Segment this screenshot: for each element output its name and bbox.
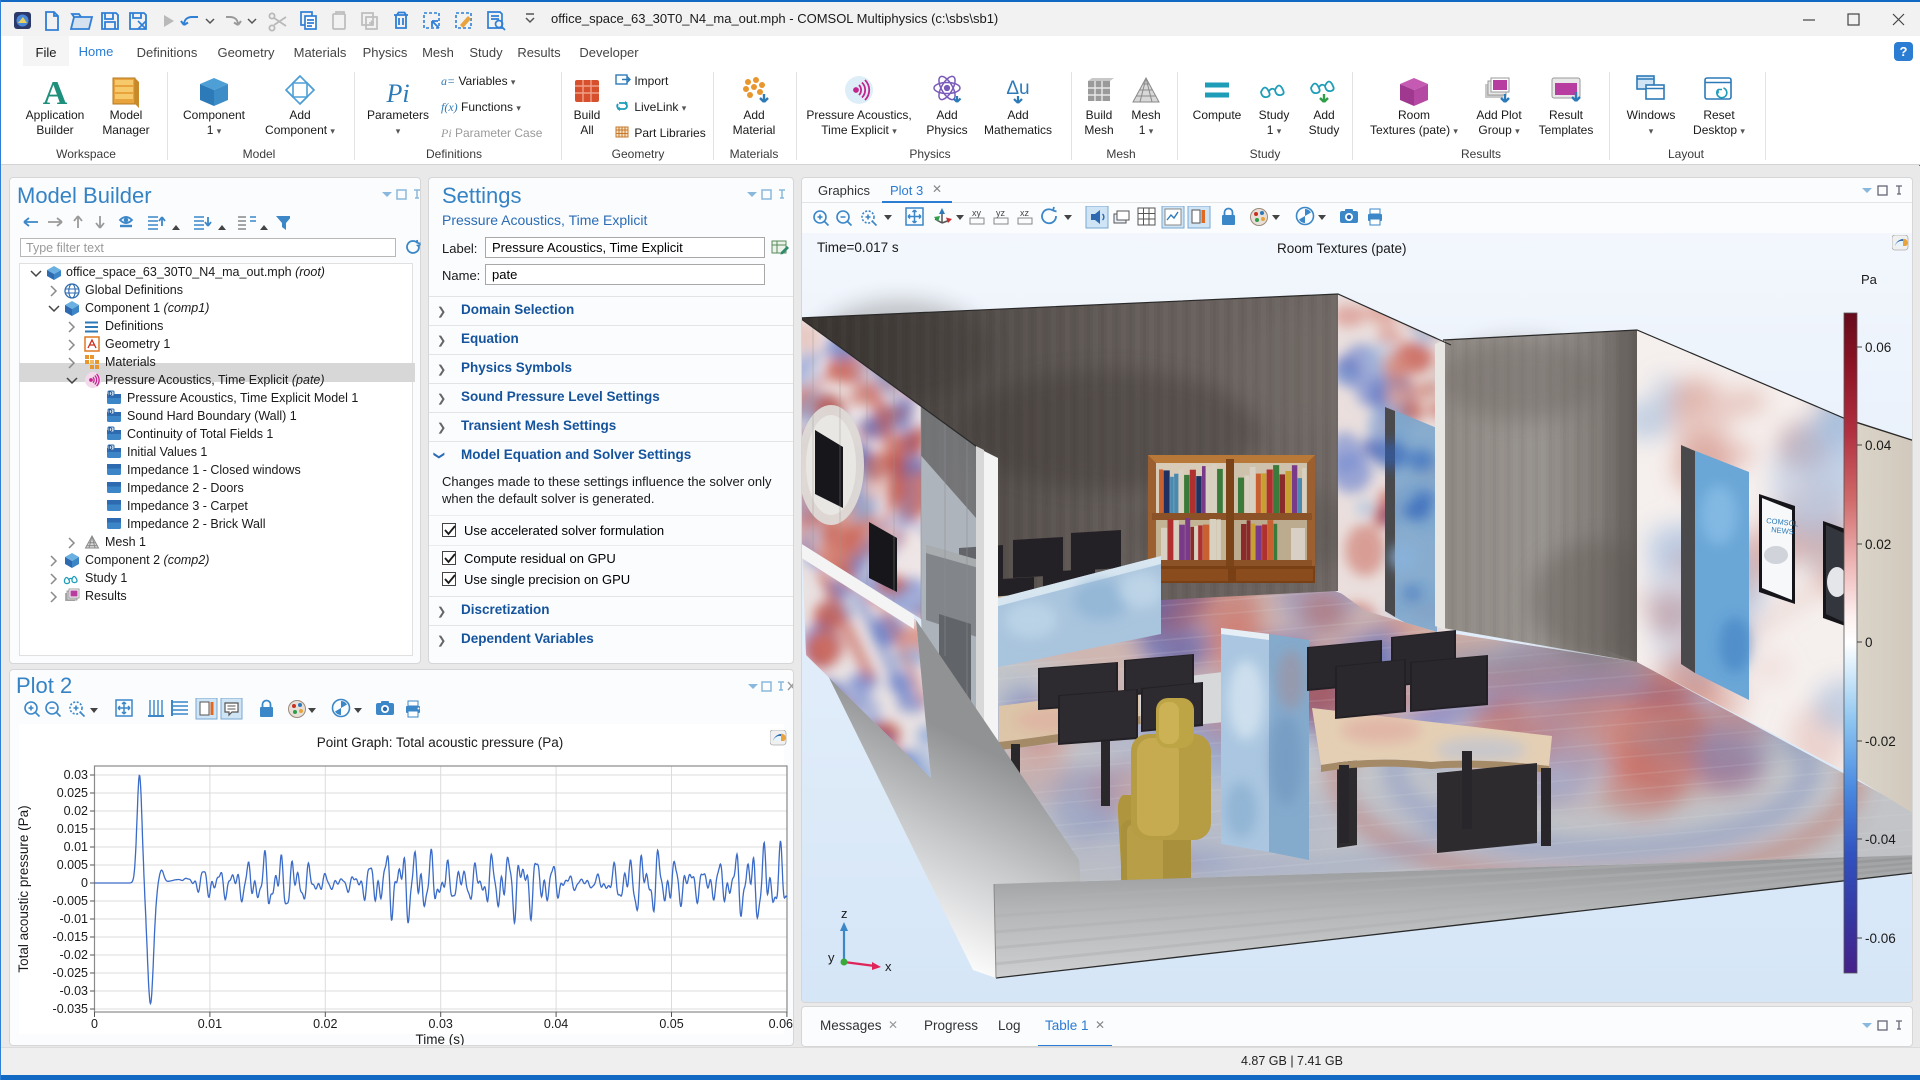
svg-text:0.005: 0.005 [57,858,88,872]
svg-text:0.02: 0.02 [64,804,88,818]
svg-text:Point Graph: Total acoustic pr: Point Graph: Total acoustic pressure (Pa… [317,735,564,750]
svg-text:0.05: 0.05 [659,1017,683,1031]
svg-text:Sound Hard Boundary (Wall) 1: Sound Hard Boundary (Wall) 1 [127,409,297,423]
svg-text:A: A [43,75,68,112]
svg-text:D: D [109,391,113,397]
svg-text:-0.02: -0.02 [60,948,89,962]
svg-text:x: x [885,959,892,974]
svg-text:Impedance 2 - Brick Wall: Impedance 2 - Brick Wall [127,517,265,531]
svg-text:Study 1: Study 1 [85,571,127,585]
svg-text:Continuity of Total Fields 1: Continuity of Total Fields 1 [127,427,273,441]
svg-text:0.04: 0.04 [1865,438,1892,453]
svg-text:D: D [109,445,113,451]
svg-text:0.025: 0.025 [57,786,88,800]
svg-text:Results: Results [85,589,127,603]
svg-text:0.02: 0.02 [313,1017,337,1031]
svg-text:D: D [109,427,113,433]
svg-text:-0.02: -0.02 [1865,734,1896,749]
svg-text:office_space_63_30T0_N4_ma_out: office_space_63_30T0_N4_ma_out.mph (root… [66,265,325,279]
svg-text:y: y [828,950,835,965]
svg-text:D: D [109,409,113,415]
svg-text:z: z [841,906,848,921]
svg-text:yz: yz [996,208,1006,218]
svg-text:Total acoustic pressure (Pa): Total acoustic pressure (Pa) [16,805,31,972]
svg-text:0.04: 0.04 [544,1017,568,1031]
svg-text:0.02: 0.02 [1865,537,1891,552]
svg-text:-0.03: -0.03 [60,984,89,998]
svg-text:-0.06: -0.06 [1865,931,1896,946]
svg-text:0: 0 [91,1017,98,1031]
svg-text:Materials: Materials [105,355,156,369]
svg-text:0.015: 0.015 [57,822,88,836]
svg-text:-0.04: -0.04 [1865,832,1896,847]
svg-text:xy: xy [972,208,982,218]
svg-text:-0.005: -0.005 [53,894,88,908]
svg-text:Pressure Acoustics, Time Expli: Pressure Acoustics, Time Explicit (pate) [105,373,325,387]
svg-text:Impedance 3 - Carpet: Impedance 3 - Carpet [127,499,248,513]
svg-text:Geometry 1: Geometry 1 [105,337,170,351]
svg-text:0.03: 0.03 [64,768,88,782]
svg-text:Component 2 (comp2): Component 2 (comp2) [85,553,209,567]
svg-text:Component 1 (comp1): Component 1 (comp1) [85,301,209,315]
svg-text:0: 0 [81,876,88,890]
svg-text:0: 0 [1865,635,1873,650]
svg-text:-0.01: -0.01 [60,912,89,926]
svg-text:0.01: 0.01 [198,1017,222,1031]
svg-text:-0.035: -0.035 [53,1002,88,1016]
svg-text:Time (s): Time (s) [416,1032,465,1045]
svg-text:0.06: 0.06 [1865,340,1891,355]
svg-text:Pressure Acoustics, Time Expli: Pressure Acoustics, Time Explicit Model … [127,391,358,405]
svg-text:Initial Values 1: Initial Values 1 [127,445,207,459]
svg-text:Pa: Pa [1861,272,1878,287]
svg-text:Impedance 2 - Doors: Impedance 2 - Doors [127,481,244,495]
svg-text:Definitions: Definitions [105,319,163,333]
svg-text:0.06: 0.06 [769,1017,793,1031]
svg-text:Global Definitions: Global Definitions [85,283,183,297]
svg-text:-0.015: -0.015 [53,930,88,944]
svg-text:Mesh 1: Mesh 1 [105,535,146,549]
svg-text:0.03: 0.03 [429,1017,453,1031]
svg-text:Δu: Δu [1006,78,1029,99]
svg-text:0.01: 0.01 [64,840,88,854]
svg-text:Impedance 1 - Closed windows: Impedance 1 - Closed windows [127,463,301,477]
svg-text:Pi: Pi [385,79,409,108]
svg-text:-0.025: -0.025 [53,966,88,980]
svg-text:xz: xz [1020,208,1030,218]
